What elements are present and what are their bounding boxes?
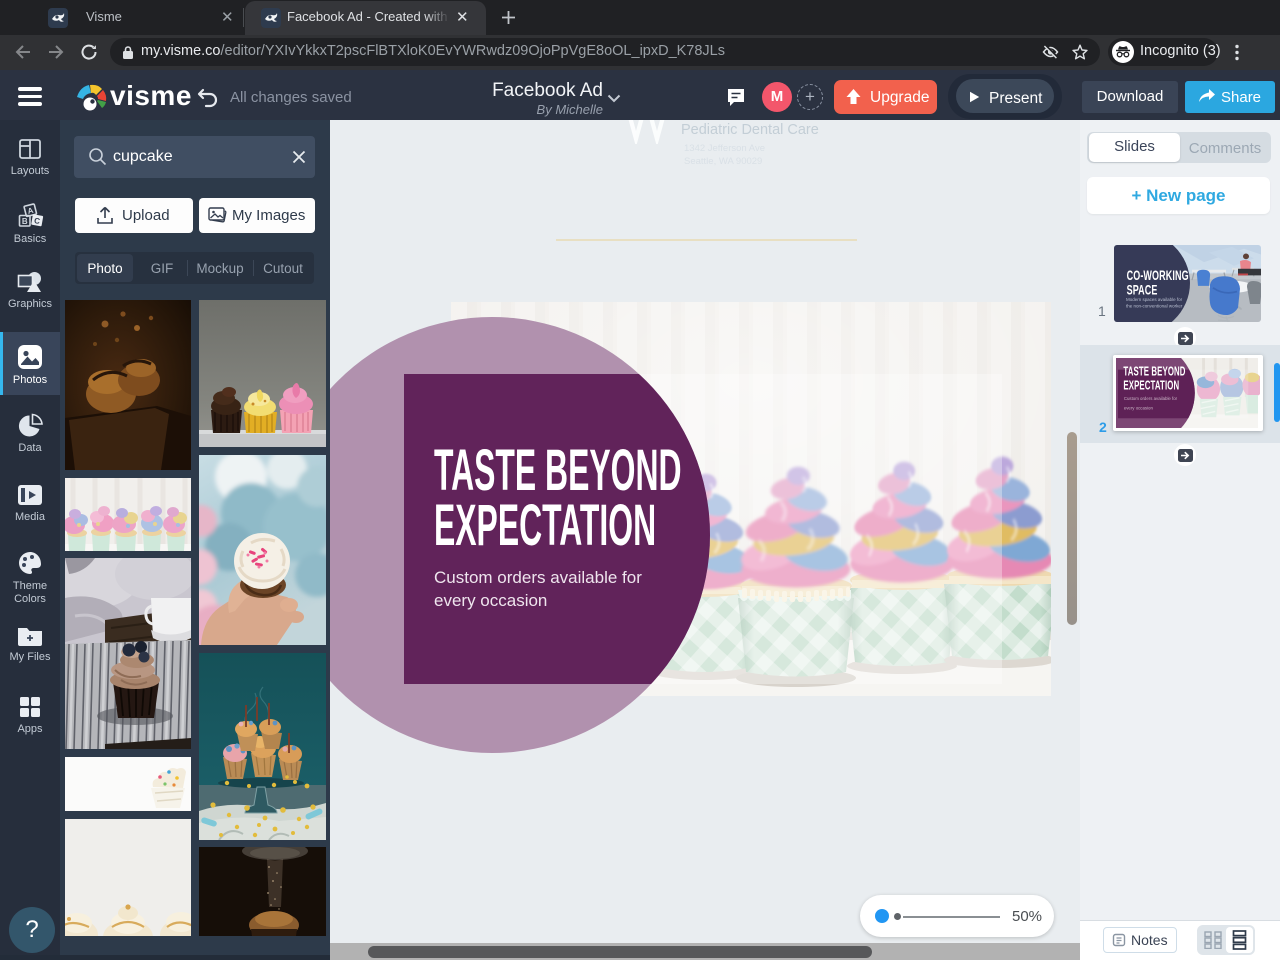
svg-text:the non-conventional worker: the non-conventional worker (1126, 304, 1183, 309)
svg-text:every occasion: every occasion (1124, 406, 1154, 411)
svg-text:EXPECTATION: EXPECTATION (1123, 379, 1179, 393)
svg-text:Custom orders available for: Custom orders available for (1124, 396, 1178, 401)
svg-text:Modern spaces available for: Modern spaces available for (1126, 297, 1183, 302)
svg-text:SPACE: SPACE (1127, 281, 1158, 298)
svg-text:B: B (21, 217, 27, 226)
svg-text:TASTE BEYOND: TASTE BEYOND (1123, 365, 1185, 379)
